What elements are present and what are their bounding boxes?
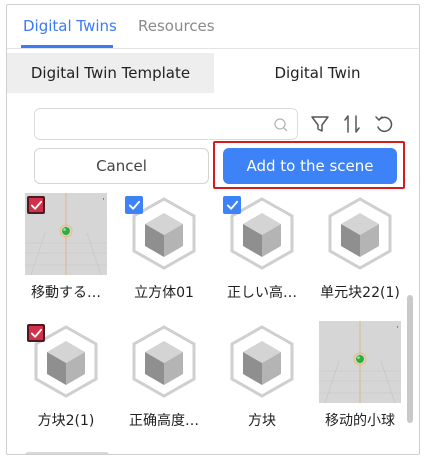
twin-card-label: 移动的小球	[325, 413, 395, 429]
next-row-peek	[25, 452, 109, 454]
tab-digital-twins[interactable]: Digital Twins	[23, 17, 117, 35]
corner-mark: ·	[396, 323, 399, 333]
scrollbar[interactable]	[407, 295, 413, 423]
twin-card-label: 移動する…	[31, 285, 101, 301]
search-input[interactable]	[43, 114, 273, 134]
tab-resources[interactable]: Resources	[138, 17, 215, 35]
subtab-digital-twin-template[interactable]: Digital Twin Template	[7, 53, 214, 93]
cancel-button[interactable]: Cancel	[34, 148, 209, 184]
top-tabs: Digital Twins Resources	[7, 5, 419, 49]
twin-card-label: 方块2(1)	[37, 413, 95, 429]
twin-card-label: 单元块22(1)	[320, 285, 400, 301]
selection-checkbox[interactable]	[125, 196, 143, 214]
twin-card-label: 正しい高…	[227, 285, 297, 301]
active-tab-indicator	[21, 45, 113, 48]
twin-card-label: 正确高度…	[129, 413, 199, 429]
selection-checkbox[interactable]	[27, 324, 45, 342]
subtab-digital-twin[interactable]: Digital Twin	[214, 53, 419, 93]
scene-thumbnail[interactable]: ·	[319, 321, 401, 403]
corner-mark: ·	[102, 195, 105, 205]
cube-icon[interactable]	[319, 193, 401, 275]
sub-tabs: Digital Twin Template Digital Twin	[7, 53, 419, 93]
search-icon[interactable]	[273, 117, 289, 133]
selection-checkbox[interactable]	[223, 196, 241, 214]
digital-twin-panel: Digital Twins Resources Digital Twin Tem…	[6, 4, 420, 455]
sort-icon[interactable]	[341, 113, 363, 135]
twin-card-label: 方块	[248, 413, 276, 429]
cube-icon[interactable]	[123, 321, 205, 403]
search-box[interactable]	[34, 108, 298, 140]
add-to-scene-button[interactable]: Add to the scene	[223, 148, 397, 184]
filter-icon[interactable]	[309, 113, 331, 135]
reset-icon[interactable]	[373, 113, 395, 135]
selection-checkbox[interactable]	[27, 196, 45, 214]
cube-icon[interactable]	[221, 321, 303, 403]
twin-card-label: 立方体01	[134, 285, 194, 301]
